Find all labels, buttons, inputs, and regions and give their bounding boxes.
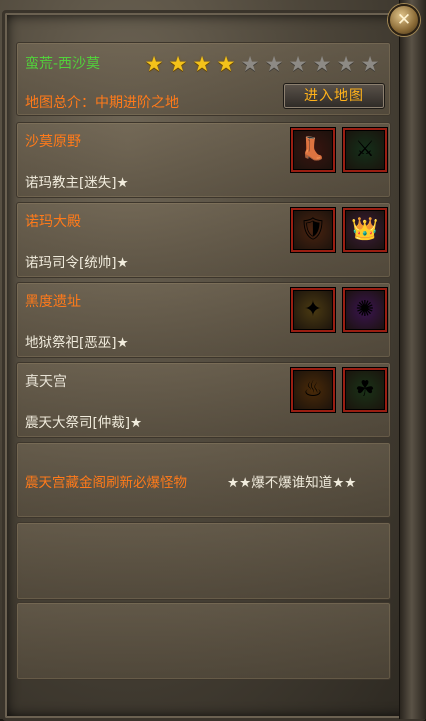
notice-text: 震天宫藏金阁刷新必爆怪物 — [25, 475, 187, 491]
goblin-icon: ☘ — [355, 377, 375, 402]
boss-name: 诺玛司令[统帅]★ — [25, 255, 129, 271]
drop-item-slot[interactable]: ✺ — [343, 288, 387, 332]
star-icon: ★ — [192, 52, 212, 76]
drop-item-slot[interactable]: ✦ — [291, 288, 335, 332]
drop-item-slot[interactable]: 🛡 — [291, 208, 335, 252]
map-name: 蛮荒-西沙莫 — [25, 56, 101, 72]
boss-name: 地狱祭祀[恶巫]★ — [25, 335, 129, 351]
drop-item-slot[interactable]: ♨ — [291, 368, 335, 412]
drop-item-slot[interactable]: ☘ — [343, 368, 387, 412]
refresh-notice-card: 震天宫藏金阁刷新必爆怪物 ★★爆不爆谁知道★★ — [16, 442, 391, 518]
star-icon: ★ — [312, 52, 332, 76]
boss-name: 诺玛教主[迷失]★ — [25, 175, 129, 191]
wings-icon: ✦ — [303, 297, 323, 322]
boss-name: 震天大祭司[仲裁]★ — [25, 415, 143, 431]
boss-card: 黑度遗址地狱祭祀[恶巫]★ ✦ ✺ — [16, 282, 391, 358]
star-icon: ★ — [360, 52, 380, 76]
flame-icon: ♨ — [303, 377, 323, 402]
armor-icon: 🛡 — [299, 217, 327, 242]
location-name: 诺玛大殿 — [25, 214, 81, 230]
boss-card: 沙莫原野诺玛教主[迷失]★ 👢 ⚔ — [16, 122, 391, 198]
staff-icon: ⚔ — [355, 137, 375, 162]
helmet-icon: 👑 — [351, 217, 379, 242]
star-icon: ★ — [216, 52, 236, 76]
close-button[interactable]: ✕ — [388, 4, 420, 36]
star-icon: ★ — [264, 52, 284, 76]
boss-card: 诺玛大殿诺玛司令[统帅]★ 🛡 👑 — [16, 202, 391, 278]
star-icon: ★ — [168, 52, 188, 76]
boots-icon: 👢 — [299, 137, 327, 162]
empty-card-1 — [16, 522, 391, 600]
drop-item-slot[interactable]: 👑 — [343, 208, 387, 252]
orb-icon: ✺ — [355, 297, 375, 322]
star-icon: ★ — [240, 52, 260, 76]
map-summary: 地图总介：中期进阶之地 — [25, 95, 179, 111]
location-name: 沙莫原野 — [25, 134, 81, 150]
enter-map-button[interactable]: 进入地图 — [283, 83, 385, 109]
location-name: 真天宫 — [25, 374, 67, 390]
star-icon: ★ — [336, 52, 356, 76]
star-icon: ★ — [144, 52, 164, 76]
right-scroll-rail — [399, 0, 426, 719]
drop-item-slot[interactable]: 👢 — [291, 128, 335, 172]
star-icon: ★ — [288, 52, 308, 76]
difficulty-stars: ★ ★ ★ ★ ★ ★ ★ ★ ★ ★ — [143, 53, 381, 75]
close-icon: ✕ — [396, 9, 412, 30]
map-header-card: 蛮荒-西沙莫 ★ ★ ★ ★ ★ ★ ★ ★ ★ ★ 地图总介：中期进阶之地 进入地图 — [16, 42, 391, 116]
map-info-panel: 蛮荒-西沙莫 ★ ★ ★ ★ ★ ★ ★ ★ ★ ★ 地图总介：中期进阶之地 进入地图 沙莫原野诺… — [16, 42, 391, 703]
notice-tag: ★★爆不爆谁知道★★ — [227, 475, 357, 491]
drop-item-slot[interactable]: ⚔ — [343, 128, 387, 172]
location-name: 黑度遗址 — [25, 294, 81, 310]
boss-card: 真天宫震天大祭司[仲裁]★ ♨ ☘ — [16, 362, 391, 438]
empty-card-2 — [16, 602, 391, 680]
